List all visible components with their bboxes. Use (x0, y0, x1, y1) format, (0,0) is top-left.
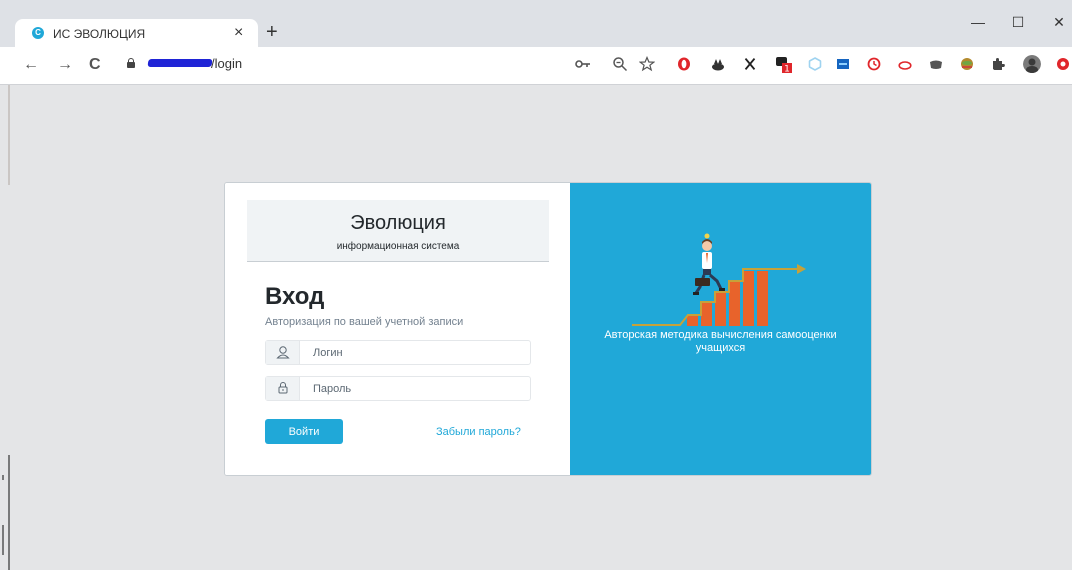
illustration-bar (743, 271, 754, 326)
browser-tab-bar: C ИС ЭВОЛЮЦИЯ × + — ☐ ✕ (0, 0, 1072, 47)
lock-field-icon (266, 377, 300, 400)
illustration-bar (729, 282, 740, 326)
browser-tab[interactable]: C ИС ЭВОЛЮЦИЯ × (15, 19, 258, 47)
username-input[interactable] (300, 341, 530, 364)
close-window-button[interactable]: ✕ (1049, 14, 1069, 31)
promo-text-line: учащихся (695, 342, 746, 354)
illustration-bar (757, 271, 768, 326)
back-button[interactable]: ← (23, 56, 39, 74)
password-field (265, 376, 531, 401)
chat-extension-badge: 1 (784, 65, 790, 74)
cat-extension-icon[interactable] (711, 57, 725, 71)
username-field (265, 340, 531, 365)
menu-extension-icon[interactable] (1056, 57, 1070, 71)
growth-illustration (632, 233, 806, 326)
x-extension-icon[interactable] (743, 57, 757, 71)
promo-text: Авторская методика вычисления самооценки… (570, 329, 871, 355)
person-figure (693, 233, 725, 295)
box-extension-icon[interactable] (836, 57, 850, 71)
password-input[interactable] (300, 377, 530, 400)
login-subtitle: Авторизация по вашей учетной записи (265, 316, 464, 328)
card-extension-icon[interactable] (929, 57, 943, 71)
browser-toolbar: ← → C /login 1 (0, 47, 1072, 85)
hexagon-extension-icon[interactable] (808, 57, 822, 71)
zoom-icon[interactable] (612, 56, 628, 72)
timer-extension-icon[interactable] (867, 57, 881, 71)
minimize-button[interactable]: — (968, 14, 988, 30)
forward-button[interactable]: → (57, 56, 73, 74)
left-edge-fragment (2, 85, 10, 570)
address-bar-path[interactable]: /login (211, 56, 242, 71)
chat-extension-icon[interactable]: 1 (776, 57, 792, 73)
profile-avatar-icon[interactable] (1023, 55, 1041, 73)
arrow-head-icon (797, 264, 806, 274)
key-icon[interactable] (575, 56, 591, 72)
opera-extension-icon[interactable] (677, 57, 691, 71)
maximize-button[interactable]: ☐ (1008, 14, 1028, 31)
lock-icon[interactable] (127, 58, 135, 68)
brand-title: Эволюция (350, 212, 446, 234)
brand-subtitle: информационная система (336, 241, 460, 252)
promo-text-line: Авторская методика вычисления самооценки (604, 329, 837, 341)
reload-button[interactable]: C (89, 56, 101, 74)
site-favicon-icon: C (32, 27, 44, 39)
promo-panel: Авторская методика вычисления самооценки… (570, 183, 871, 475)
puzzle-extension-icon[interactable] (991, 57, 1005, 71)
login-panel: Эволюция информационная система Вход Авт… (225, 183, 570, 475)
cloud-extension-icon[interactable] (898, 57, 912, 71)
star-icon[interactable] (639, 56, 655, 72)
login-heading: Вход (265, 283, 325, 310)
tab-title: ИС ЭВОЛЮЦИЯ (53, 27, 146, 41)
illustration-bar (701, 303, 712, 326)
brand-header: Эволюция информационная система (247, 200, 549, 262)
globe-extension-icon[interactable] (960, 57, 974, 71)
forgot-password-link[interactable]: Забыли пароль? (436, 426, 521, 438)
tab-close-icon[interactable]: × (234, 24, 243, 42)
new-tab-button[interactable]: + (266, 21, 278, 44)
illustration-bar (715, 293, 726, 326)
login-button[interactable]: Войти (265, 419, 343, 444)
user-icon (266, 341, 300, 364)
illustration-bar (687, 316, 698, 326)
url-host-redacted[interactable] (147, 59, 213, 67)
login-card: Эволюция информационная система Вход Авт… (224, 182, 872, 476)
